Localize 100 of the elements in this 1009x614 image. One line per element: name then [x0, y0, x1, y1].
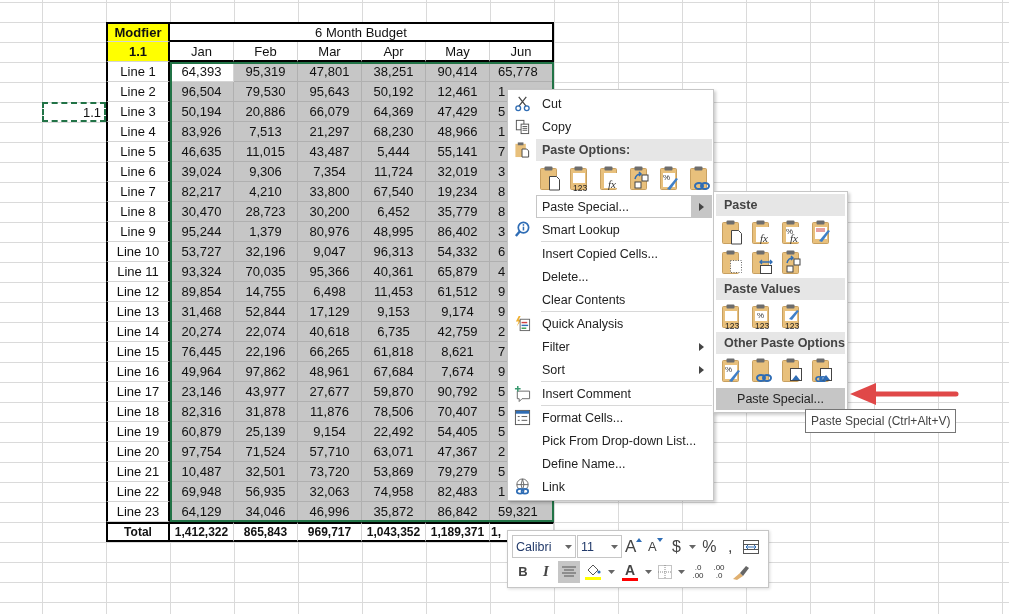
column-header: Jun [490, 42, 554, 62]
table-cell: 97,862 [234, 362, 298, 382]
table-cell: 82,316 [170, 402, 234, 422]
table-cell: 32,196 [234, 242, 298, 262]
table-cell: 63,071 [362, 442, 426, 462]
table-cell: 35,872 [362, 502, 426, 522]
table-cell: 9,306 [234, 162, 298, 182]
table-cell: 47,367 [426, 442, 490, 462]
table-cell: 39,024 [170, 162, 234, 182]
table-cell: 95,366 [298, 262, 362, 282]
table-cell: 7,354 [298, 162, 362, 182]
table-cell: 95,244 [170, 222, 234, 242]
table-cell: 54,332 [426, 242, 490, 262]
table-cell: 35,779 [426, 202, 490, 222]
currency-button[interactable]: $ [666, 535, 687, 558]
menu-item[interactable]: Paste Special... [716, 388, 845, 410]
percent-button[interactable]: % [699, 535, 720, 558]
table-cell: 11,876 [298, 402, 362, 422]
table-cell: 9,153 [362, 302, 426, 322]
dropdown-icon [565, 544, 572, 549]
table-cell: 73,720 [298, 462, 362, 482]
table-cell: 50,192 [362, 82, 426, 102]
table-cell: 55,141 [426, 142, 490, 162]
caret-icon [656, 537, 663, 542]
paint-bucket-icon [585, 563, 601, 576]
table-cell: 46,635 [170, 142, 234, 162]
table-cell: 96,313 [362, 242, 426, 262]
table-cell: 42,759 [426, 322, 490, 342]
table-cell: 14,755 [234, 282, 298, 302]
table-cell: 34,046 [234, 502, 298, 522]
row-label: Line 20 [106, 442, 170, 462]
table-cell: 25,139 [234, 422, 298, 442]
table-cell: 30,200 [298, 202, 362, 222]
font-color-button[interactable]: A [618, 560, 642, 583]
italic-button[interactable]: I [535, 560, 557, 583]
table-cell: 8,621 [426, 342, 490, 362]
center-align-button[interactable] [558, 560, 580, 583]
dropdown-icon [689, 544, 697, 549]
row-label: Line 7 [106, 182, 170, 202]
table-cell: 70,035 [234, 262, 298, 282]
font-name-field[interactable]: Calibri [512, 535, 576, 558]
decimal-button[interactable]: .00 .0 [709, 560, 729, 583]
table-cell: 66,265 [298, 342, 362, 362]
table-cell: 97,754 [170, 442, 234, 462]
table-cell: 53,869 [362, 462, 426, 482]
table-cell: 6,735 [362, 322, 426, 342]
table-cell: 11,015 [234, 142, 298, 162]
table-cell: 66,079 [298, 102, 362, 122]
table-cell: 22,492 [362, 422, 426, 442]
table-cell: 61,818 [362, 342, 426, 362]
increase-font-button[interactable]: A [623, 535, 645, 558]
row-label: Line 23 [106, 502, 170, 522]
row-label: Line 21 [106, 462, 170, 482]
table-cell: 95,319 [234, 62, 298, 82]
table-cell: 17,129 [298, 302, 362, 322]
column-header: May [426, 42, 490, 62]
row-label: Line 1 [106, 62, 170, 82]
paintbrush-icon [732, 563, 750, 580]
row-label: Line 18 [106, 402, 170, 422]
table-cell: 31,878 [234, 402, 298, 422]
table-cell: 65,879 [426, 262, 490, 282]
bold-button[interactable]: B [512, 560, 534, 583]
table-cell: 60,879 [170, 422, 234, 442]
table-cell: 38,251 [362, 62, 426, 82]
row-label: Line 5 [106, 142, 170, 162]
table-cell: 64,369 [362, 102, 426, 122]
row-label: Line 22 [106, 482, 170, 502]
table-cell: 80,976 [298, 222, 362, 242]
table-cell: 28,723 [234, 202, 298, 222]
dropdown-icon [645, 569, 652, 574]
row-label: Line 8 [106, 202, 170, 222]
comma-style-button[interactable]: , [720, 535, 741, 558]
row-label: Line 13 [106, 302, 170, 322]
table-cell: 9,047 [298, 242, 362, 262]
scissors-icon [514, 95, 531, 112]
menu-section-header: Other Paste Options [716, 332, 845, 354]
row-label: Line 6 [106, 162, 170, 182]
table-cell: 11,453 [362, 282, 426, 302]
table-cell: 969,717 [298, 522, 362, 542]
table-cell: 27,677 [298, 382, 362, 402]
table-cell: 53,727 [170, 242, 234, 262]
dropdown-icon [608, 569, 615, 574]
table-title: 6 Month Budget [170, 22, 554, 42]
table-cell: 69,948 [170, 482, 234, 502]
table-cell: 48,966 [426, 122, 490, 142]
font-size-field[interactable]: 11 [577, 535, 622, 558]
menu-item[interactable]: Paste Special... [536, 195, 712, 218]
table-cell: 76,445 [170, 342, 234, 362]
menu-section-header: Paste Values [716, 278, 845, 300]
paste-option-button[interactable] [689, 164, 713, 192]
decrease-font-button[interactable]: A [645, 535, 666, 558]
table-cell: 46,996 [298, 502, 362, 522]
table-cell: 48,961 [298, 362, 362, 382]
decimal-button[interactable]: .0 .00 [688, 560, 708, 583]
table-cell: 22,074 [234, 322, 298, 342]
table-cell: 1,043,352 [362, 522, 426, 542]
table-cell: 48,995 [362, 222, 426, 242]
paste-option-button[interactable] [539, 164, 563, 192]
column-header: Jan [170, 42, 234, 62]
table-cell: 59,870 [362, 382, 426, 402]
